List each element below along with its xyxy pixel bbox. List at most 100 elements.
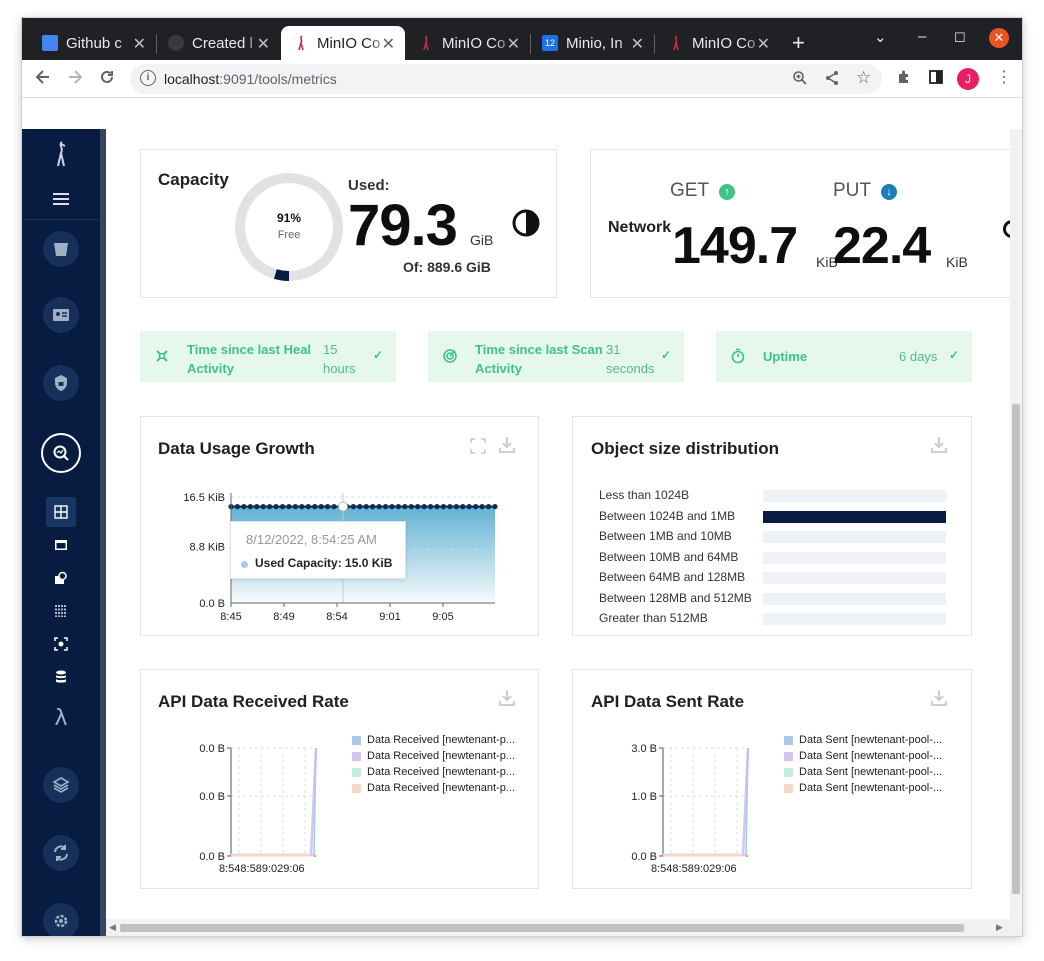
browser-tab-4[interactable]: MinIO Co ✕: [406, 26, 530, 60]
sidebar-item-identity[interactable]: [22, 295, 100, 335]
close-tab-icon[interactable]: ✕: [631, 34, 644, 54]
address-bar[interactable]: i localhost:9091/tools/metrics ☆: [130, 64, 882, 94]
back-button[interactable]: [34, 68, 52, 91]
legend-item[interactable]: Data Sent [newtenant-pool-...: [784, 782, 942, 794]
heal-value: 15 hours: [323, 342, 356, 376]
vertical-scrollbar[interactable]: [1010, 129, 1022, 936]
partial-icon: [1003, 220, 1010, 238]
extensions-puzzle-icon[interactable]: [896, 69, 912, 90]
url-text[interactable]: localhost:9091/tools/metrics: [164, 71, 337, 87]
legend-swatch: [352, 751, 361, 761]
legend-item[interactable]: Data Sent [newtenant-pool-...: [784, 734, 942, 746]
heal-icon: [156, 350, 168, 362]
usage-point: [267, 504, 273, 510]
legend-item[interactable]: Data Sent [newtenant-pool-...: [784, 750, 942, 762]
total-capacity: Of: 889.6 GiB: [403, 259, 491, 275]
browser-tab-2[interactable]: Created l ✕: [156, 26, 280, 60]
sidebar-sub-metrics[interactable]: [22, 497, 100, 527]
menu-toggle-icon[interactable]: [22, 187, 100, 211]
download-icon[interactable]: [930, 689, 948, 707]
legend-item[interactable]: Data Received [newtenant-p...: [352, 782, 515, 794]
tooltip-swatch: [241, 561, 248, 568]
browser-tab-1[interactable]: Github c ✕: [30, 26, 156, 60]
legend-item[interactable]: Data Received [newtenant-p...: [352, 734, 515, 746]
pie-chart-icon: [512, 209, 540, 237]
api-sent-chart[interactable]: 3.0 B 1.0 B 0.0 B8:548:589:029:06: [573, 730, 783, 880]
get-value: 149.7: [672, 217, 798, 275]
close-tab-icon[interactable]: ✕: [507, 34, 520, 54]
tab-search-chevron-icon[interactable]: ⌄: [874, 28, 887, 46]
bookmark-star-icon[interactable]: ☆: [856, 68, 871, 88]
sidebar-item-tiers[interactable]: [22, 765, 100, 805]
browser-tab-6[interactable]: MinIO Co ✕: [656, 26, 780, 60]
download-icon[interactable]: [498, 689, 516, 707]
zoom-icon[interactable]: [792, 70, 808, 90]
sidebar-sub-audit[interactable]: [22, 566, 100, 590]
legend-label: Data Sent [newtenant-pool-...: [799, 766, 943, 778]
api-received-chart[interactable]: 0.0 B0.0 B0.0 B8:548:589:029:06: [141, 730, 351, 880]
usage-point: [254, 504, 260, 510]
sidebar-sub-drives[interactable]: [22, 665, 100, 689]
sidebar-item-access[interactable]: [22, 363, 100, 403]
reload-button[interactable]: [98, 68, 116, 91]
horizontal-scrollbar[interactable]: ◀ ▶: [106, 919, 1010, 936]
close-tab-icon[interactable]: ✕: [757, 34, 770, 54]
api-received-card: API Data Received Rate 0.0 B 0.0 B 0.0 B 8:…: [140, 669, 539, 889]
cursor-point: [338, 501, 348, 512]
expand-icon[interactable]: [469, 437, 487, 455]
legend-item[interactable]: Data Received [newtenant-p...: [352, 750, 515, 762]
minio-logo-icon[interactable]: [22, 139, 100, 169]
sidebar-sub-trace[interactable]: [22, 599, 100, 623]
metrics-search-icon: [41, 433, 81, 473]
api-sent-title: API Data Sent Rate: [591, 692, 745, 711]
forward-button[interactable]: [66, 68, 84, 91]
y-tick-label: 0.0 B: [199, 791, 225, 803]
sidebar-item-buckets[interactable]: [22, 229, 100, 269]
side-panel-icon[interactable]: [928, 69, 944, 90]
sidebar-item-monitoring[interactable]: [22, 431, 100, 475]
usage-point: [402, 504, 408, 510]
y-tick-label: 3.0 B: [631, 743, 657, 755]
uptime-label: Uptime: [763, 349, 808, 364]
get-arrow-up-icon: ↑: [719, 184, 735, 200]
bar-label: Between 10MB and 64MB: [599, 549, 739, 564]
close-tab-icon[interactable]: ✕: [133, 34, 146, 54]
close-window-button[interactable]: ✕: [989, 28, 1009, 48]
trace-icon: [55, 605, 66, 617]
sidebar-item-settings[interactable]: [22, 901, 100, 936]
bar-label: Less than 1024B: [599, 488, 690, 502]
new-tab-button[interactable]: +: [792, 30, 805, 56]
browser-menu-icon[interactable]: ⋮: [996, 67, 1012, 87]
check-icon: ✓: [373, 348, 384, 362]
usage-point: [324, 504, 331, 510]
download-icon[interactable]: [930, 436, 948, 454]
legend-item[interactable]: Data Sent [newtenant-pool-...: [784, 766, 942, 778]
sidebar-sub-watch[interactable]: [22, 632, 100, 656]
sidebar-item-lambda[interactable]: λ: [22, 703, 100, 733]
profile-avatar[interactable]: J: [957, 68, 979, 90]
legend-swatch: [352, 735, 361, 745]
close-tab-icon[interactable]: ✕: [382, 34, 395, 54]
minimize-button[interactable]: –: [918, 28, 926, 45]
share-icon[interactable]: [824, 70, 840, 90]
legend-item[interactable]: Data Received [newtenant-p...: [352, 766, 515, 778]
browser-tab-3-active[interactable]: MinIO Co ✕: [281, 26, 405, 60]
legend-label: Data Sent [newtenant-pool-...: [799, 750, 943, 762]
sidebar-sub-logs[interactable]: [22, 533, 100, 557]
legend-swatch: [784, 735, 793, 745]
sidebar-item-replication[interactable]: [22, 833, 100, 873]
x-tick-label: 9:01: [379, 611, 400, 623]
get-label: GET: [670, 180, 710, 201]
browser-tab-5[interactable]: 12 Minio, In ✕: [530, 26, 654, 60]
download-icon[interactable]: [498, 436, 516, 454]
usage-point: [260, 504, 266, 510]
minio-icon: [293, 35, 309, 51]
close-tab-icon[interactable]: ✕: [257, 34, 270, 54]
used-value: 79.3: [348, 193, 458, 258]
api-received-title: API Data Received Rate: [158, 692, 349, 711]
bar-track: [763, 592, 946, 605]
calendar-icon: 12: [542, 35, 558, 51]
maximize-button[interactable]: ☐: [954, 30, 966, 46]
site-info-icon[interactable]: i: [140, 70, 156, 86]
y-tick-label: 1.0 B: [631, 791, 657, 803]
